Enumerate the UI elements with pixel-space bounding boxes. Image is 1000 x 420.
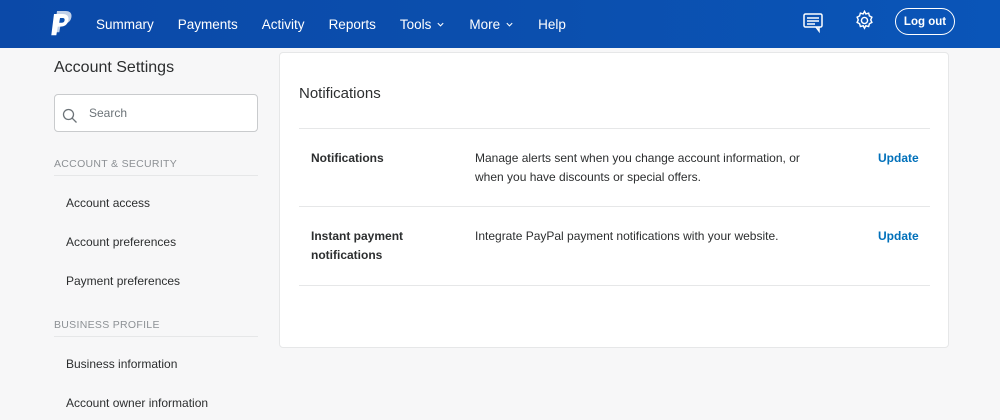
row-name-notifications: Notifications <box>311 151 384 165</box>
main-nav: Summary Payments Activity Reports Tools More H… <box>84 0 578 48</box>
sidebar-item-business-information[interactable]: Business information <box>66 357 177 371</box>
nav-item-activity[interactable]: Activity <box>250 0 317 48</box>
top-navigation-bar: Summary Payments Activity Reports Tools More H… <box>0 0 1000 48</box>
paypal-logo-icon[interactable] <box>50 10 74 38</box>
nav-item-help[interactable]: Help <box>526 0 578 48</box>
search-icon <box>62 108 77 123</box>
search-input[interactable] <box>89 103 249 123</box>
sidebar-item-payment-preferences[interactable]: Payment preferences <box>66 274 180 288</box>
nav-item-tools[interactable]: Tools <box>388 0 458 48</box>
nav-item-label: Reports <box>328 16 376 32</box>
nav-item-label: Help <box>538 16 566 32</box>
nav-item-summary[interactable]: Summary <box>84 0 166 48</box>
row-description-instant-payment-notifications: Integrate PayPal payment notifications w… <box>475 229 779 243</box>
row-divider <box>299 206 930 207</box>
message-center-icon[interactable] <box>801 10 825 34</box>
update-notifications-link[interactable]: Update <box>878 149 919 168</box>
section-divider <box>54 336 258 337</box>
chevron-down-icon <box>506 22 513 27</box>
row-description-notifications: Manage alerts sent when you change accou… <box>475 151 800 184</box>
row-divider <box>299 285 930 286</box>
sidebar-item-account-owner-information[interactable]: Account owner information <box>66 396 208 410</box>
gear-icon[interactable] <box>853 9 876 32</box>
row-divider <box>299 128 930 129</box>
page-title: Notifications <box>299 85 381 102</box>
nav-item-reports[interactable]: Reports <box>317 0 388 48</box>
nav-item-payments[interactable]: Payments <box>166 0 250 48</box>
nav-item-more[interactable]: More <box>457 0 526 48</box>
nav-item-label: Payments <box>177 16 238 32</box>
sidebar-title: Account Settings <box>54 59 175 76</box>
section-heading-business-profile: BUSINESS PROFILE <box>54 319 160 331</box>
section-heading-account-security: ACCOUNT & SECURITY <box>54 158 178 170</box>
sidebar-item-account-access[interactable]: Account access <box>66 196 150 210</box>
logout-button[interactable]: Log out <box>895 8 955 35</box>
notifications-card: Notifications Notifications Manage alert… <box>279 52 949 348</box>
nav-item-label: More <box>469 16 501 32</box>
update-ipn-link[interactable]: Update <box>878 227 919 246</box>
nav-item-label: Summary <box>96 16 154 32</box>
chevron-down-icon <box>437 22 444 27</box>
section-divider <box>54 175 258 176</box>
nav-item-label: Activity <box>261 16 305 32</box>
nav-item-label: Tools <box>399 16 432 32</box>
search-field[interactable] <box>54 94 258 132</box>
row-name-instant-payment-notifications: Instant payment notifications <box>311 229 404 262</box>
sidebar-item-account-preferences[interactable]: Account preferences <box>66 235 176 249</box>
